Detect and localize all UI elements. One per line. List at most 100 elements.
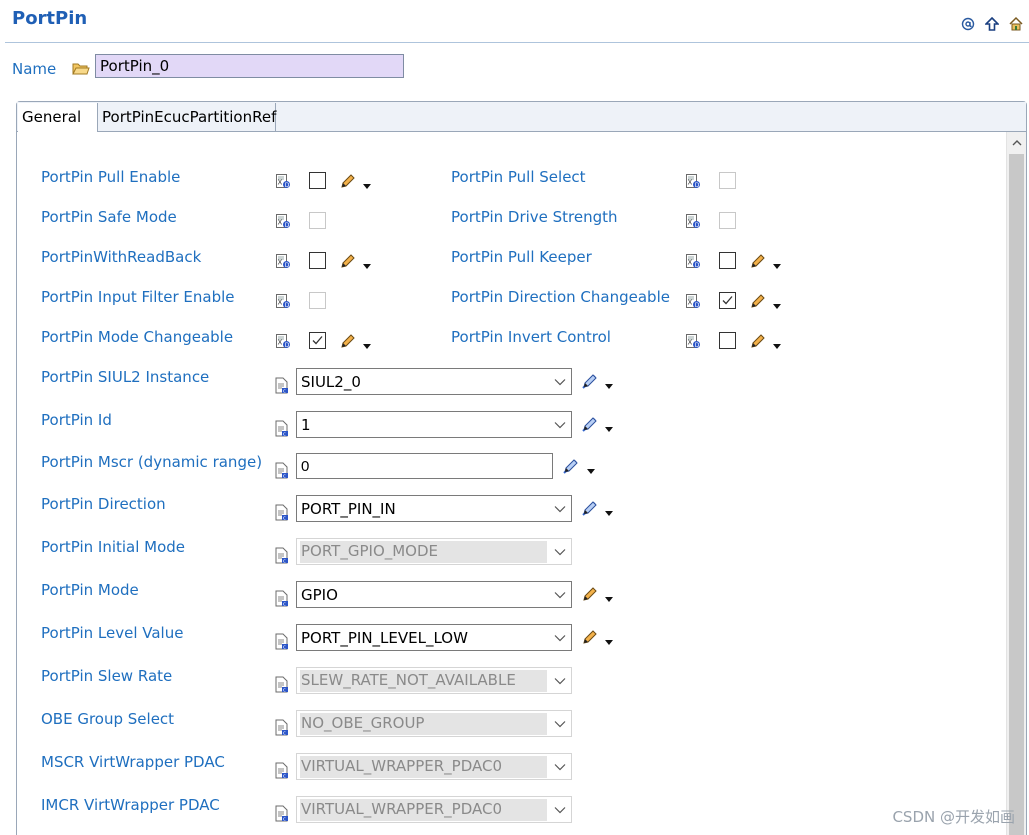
svg-text:D: D	[285, 262, 290, 269]
pencil-icon[interactable]	[749, 332, 767, 350]
pencil-icon[interactable]	[339, 332, 357, 350]
svg-text:D: D	[695, 302, 700, 309]
chevron-down-icon[interactable]	[549, 412, 571, 437]
param-dropdown[interactable]: 1	[296, 411, 572, 438]
doc-param-icon: c	[275, 676, 289, 694]
xml-param-icon: XD	[275, 293, 291, 309]
dropdown-value: PORT_GPIO_MODE	[300, 540, 547, 563]
doc-param-icon: c	[275, 762, 289, 780]
edit-pencil-icon[interactable]	[581, 415, 599, 433]
svg-text:c: c	[283, 731, 286, 737]
param-label: PortPin Input Filter Enable	[41, 288, 235, 306]
param-label: PortPin Invert Control	[451, 328, 611, 346]
caret-down-icon[interactable]	[772, 337, 782, 349]
checkbox[interactable]	[719, 252, 736, 269]
checkbox[interactable]	[309, 172, 326, 189]
svg-text:c: c	[283, 389, 286, 395]
chevron-down-icon[interactable]	[549, 582, 571, 607]
param-dropdown[interactable]: PORT_PIN_LEVEL_LOW	[296, 624, 572, 651]
param-label: PortPin SIUL2 Instance	[41, 368, 210, 386]
caret-down-icon[interactable]	[604, 633, 614, 645]
svg-text:c: c	[283, 559, 286, 565]
edit-pencil-icon[interactable]	[562, 457, 580, 475]
svg-text:X: X	[688, 179, 693, 187]
title-divider	[5, 42, 1029, 43]
svg-text:X: X	[278, 259, 283, 267]
doc-param-icon: c	[275, 590, 289, 608]
folder-icon	[72, 61, 90, 77]
edit-pencil-icon[interactable]	[581, 585, 599, 603]
xml-param-icon: XD	[275, 253, 291, 269]
caret-down-icon[interactable]	[362, 257, 372, 269]
svg-text:D: D	[695, 262, 700, 269]
param-dropdown[interactable]: GPIO	[296, 581, 572, 608]
param-label: PortPin Mode	[41, 581, 139, 599]
chevron-down-icon	[549, 797, 571, 822]
pencil-icon[interactable]	[749, 252, 767, 270]
caret-down-icon[interactable]	[604, 590, 614, 602]
dropdown-value: VIRTUAL_WRAPPER_PDAC0	[300, 755, 547, 778]
chevron-down-icon	[549, 539, 571, 564]
pencil-icon[interactable]	[749, 292, 767, 310]
caret-down-icon[interactable]	[362, 337, 372, 349]
at-icon[interactable]	[959, 15, 977, 33]
param-label: PortPin Id	[41, 411, 112, 429]
watermark: CSDN @开发如画	[892, 808, 1015, 826]
param-text-field[interactable]	[296, 453, 553, 479]
svg-text:c: c	[283, 432, 286, 438]
up-arrow-icon[interactable]	[983, 15, 1001, 33]
svg-text:X: X	[278, 179, 283, 187]
param-dropdown[interactable]: SIUL2_0	[296, 368, 572, 395]
home-icon[interactable]	[1007, 15, 1025, 33]
caret-down-icon[interactable]	[772, 257, 782, 269]
caret-down-icon[interactable]	[772, 297, 782, 309]
svg-text:D: D	[695, 342, 700, 349]
param-label: PortPin Mscr (dynamic range)	[41, 453, 263, 471]
param-label: OBE Group Select	[41, 710, 175, 728]
name-label: Name	[12, 60, 57, 78]
param-label: PortPin Direction Changeable	[451, 288, 670, 306]
scroll-up-icon[interactable]	[1007, 132, 1026, 154]
caret-down-icon[interactable]	[586, 462, 596, 474]
svg-text:c: c	[283, 516, 286, 522]
checkbox	[309, 292, 326, 309]
edit-pencil-icon[interactable]	[581, 628, 599, 646]
scroll-thumb[interactable]	[1009, 154, 1024, 835]
param-dropdown: SLEW_RATE_NOT_AVAILABLE	[296, 667, 572, 694]
doc-param-icon: c	[275, 805, 289, 823]
chevron-down-icon[interactable]	[549, 625, 571, 650]
vertical-scrollbar[interactable]	[1006, 132, 1026, 835]
chevron-down-icon[interactable]	[549, 496, 571, 521]
svg-text:c: c	[283, 474, 286, 480]
name-field[interactable]	[95, 54, 404, 78]
svg-text:c: c	[283, 645, 286, 651]
pencil-icon[interactable]	[339, 172, 357, 190]
dropdown-value: PORT_PIN_IN	[301, 499, 396, 518]
svg-text:D: D	[285, 342, 290, 349]
checkbox[interactable]	[309, 252, 326, 269]
edit-pencil-icon[interactable]	[581, 372, 599, 390]
svg-text:X: X	[688, 219, 693, 227]
caret-down-icon[interactable]	[362, 177, 372, 189]
pencil-icon[interactable]	[339, 252, 357, 270]
param-label: PortPin Pull Select	[451, 168, 586, 186]
caret-down-icon[interactable]	[604, 504, 614, 516]
chevron-down-icon[interactable]	[549, 369, 571, 394]
checkbox[interactable]	[719, 332, 736, 349]
caret-down-icon[interactable]	[604, 377, 614, 389]
edit-pencil-icon[interactable]	[581, 499, 599, 517]
param-label: PortPin Drive Strength	[451, 208, 618, 226]
checkbox[interactable]	[719, 292, 736, 309]
checkbox[interactable]	[309, 332, 326, 349]
caret-down-icon[interactable]	[604, 420, 614, 432]
svg-text:X: X	[278, 219, 283, 227]
param-label: PortPin Slew Rate	[41, 667, 173, 685]
xml-param-icon: XD	[685, 253, 701, 269]
doc-param-icon: c	[275, 504, 289, 522]
tab-portpin-ecuc-partition-ref[interactable]: PortPinEcucPartitionRef	[98, 103, 276, 131]
param-label: PortPin Level Value	[41, 624, 184, 642]
doc-param-icon: c	[275, 719, 289, 737]
param-dropdown[interactable]: PORT_PIN_IN	[296, 495, 572, 522]
xml-param-icon: XD	[685, 173, 701, 189]
tab-general[interactable]: General	[18, 103, 98, 133]
